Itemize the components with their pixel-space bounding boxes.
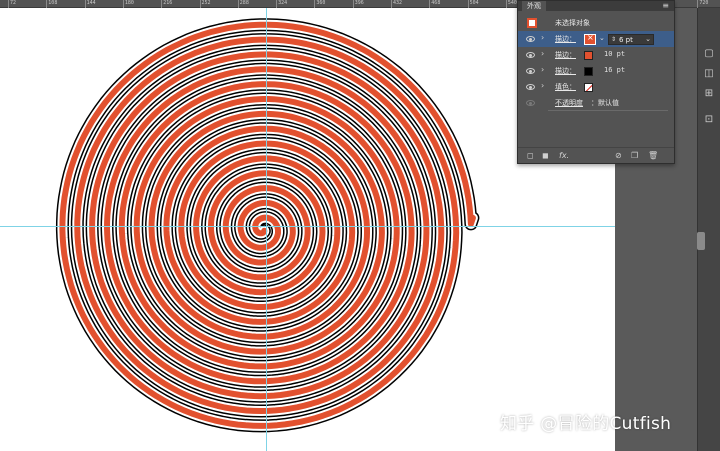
ruler-label: 720 — [699, 0, 709, 6]
panel-menu-icon[interactable]: ≡ — [662, 1, 669, 10]
expand-chevron-icon[interactable]: › — [541, 65, 544, 74]
vertical-guide[interactable] — [266, 8, 267, 451]
fill-row[interactable]: › 填色： — [518, 79, 674, 95]
ruler-label: 540 — [507, 0, 517, 6]
stroke-color-swatch[interactable] — [584, 51, 593, 60]
fill-label[interactable]: 填色： — [555, 82, 576, 92]
stepper-icon[interactable]: ⇕ — [611, 35, 616, 44]
stroke-weight: 10 pt — [604, 50, 626, 58]
ruler-label: 468 — [431, 0, 441, 6]
chevron-down-icon[interactable]: ⌄ — [645, 35, 651, 43]
visibility-eye-icon[interactable] — [526, 52, 535, 58]
stroke-row-2[interactable]: › 描边： 10 pt — [518, 47, 674, 63]
chevron-down-icon[interactable]: ⌄ — [599, 34, 605, 42]
visibility-eye-icon[interactable] — [526, 68, 535, 74]
panel-footer: ◻ ◼ fx. ⊘ ❐ 🗑 — [518, 147, 674, 163]
ruler-label: 108 — [48, 0, 58, 6]
ruler-label: 72 — [10, 0, 17, 6]
ruler-label: 324 — [278, 0, 288, 6]
horizontal-guide[interactable] — [0, 226, 720, 227]
panel-icon-3[interactable]: ⊞ — [703, 88, 715, 100]
right-toolbar: ▢ ◫ ⊞ ⊡ — [697, 8, 720, 451]
stroke-label[interactable]: 描边： — [555, 66, 576, 76]
stroke-weight: 16 pt — [604, 66, 626, 74]
new-fill-icon[interactable]: ◼ — [542, 151, 549, 161]
panel-titlebar[interactable]: 外观 ≡ — [518, 1, 674, 11]
clear-icon[interactable]: ⊘ — [615, 151, 622, 161]
visibility-eye-icon — [526, 100, 535, 106]
stroke-color-swatch[interactable] — [584, 33, 596, 45]
tab-appearance[interactable]: 外观 — [522, 1, 546, 11]
expand-chevron-icon[interactable]: › — [541, 81, 544, 90]
panel-icon-4[interactable]: ⊡ — [703, 114, 715, 126]
scrollbar-thumb[interactable] — [697, 232, 705, 250]
new-stroke-icon[interactable]: ◻ — [527, 151, 534, 161]
stroke-row-3[interactable]: › 描边： 16 pt — [518, 63, 674, 79]
duplicate-icon[interactable]: ❐ — [631, 151, 638, 161]
delete-icon[interactable]: 🗑 — [648, 151, 658, 161]
stroke-color-swatch[interactable] — [584, 67, 593, 76]
stroke-row-1[interactable]: › 描边： ⌄ ⇕ 6 pt ⌄ — [518, 31, 674, 47]
appearance-panel: 外观 ≡ 未选择对象 › 描边： ⌄ ⇕ 6 pt ⌄ › 描边： 10 pt … — [517, 0, 675, 164]
stroke-label[interactable]: 描边： — [555, 34, 576, 44]
stroke-weight-input[interactable]: ⇕ 6 pt ⌄ — [608, 34, 654, 45]
ruler-label: 144 — [86, 0, 96, 6]
visibility-eye-icon[interactable] — [526, 84, 535, 90]
opacity-label[interactable]: 不透明度 — [555, 98, 583, 108]
ruler-label: 180 — [124, 0, 134, 6]
expand-chevron-icon[interactable]: › — [541, 33, 544, 42]
watermark: 知乎 @冒险的Cutfish — [500, 414, 672, 434]
fx-icon[interactable]: fx. — [559, 151, 569, 161]
selection-status: 未选择对象 — [555, 19, 590, 27]
ruler-label: 252 — [201, 0, 211, 6]
opacity-row[interactable]: 不透明度 ：默认值 — [518, 95, 674, 111]
ruler-label: 288 — [239, 0, 249, 6]
panel-icon-1[interactable]: ▢ — [703, 48, 715, 60]
ruler-label: 432 — [393, 0, 403, 6]
fill-none-swatch[interactable] — [584, 83, 593, 92]
opacity-value: ：默认值 — [591, 99, 619, 107]
ruler-label: 396 — [354, 0, 364, 6]
stroke-label[interactable]: 描边： — [555, 50, 576, 60]
panel-icon-2[interactable]: ◫ — [703, 68, 715, 80]
expand-chevron-icon[interactable]: › — [541, 49, 544, 58]
panel-header: 未选择对象 — [518, 11, 674, 31]
divider — [548, 110, 668, 111]
ruler-label: 216 — [163, 0, 173, 6]
object-thumbnail-icon — [527, 18, 537, 28]
ruler-label: 360 — [316, 0, 326, 6]
visibility-eye-icon[interactable] — [526, 36, 535, 42]
ruler-label: 504 — [469, 0, 479, 6]
